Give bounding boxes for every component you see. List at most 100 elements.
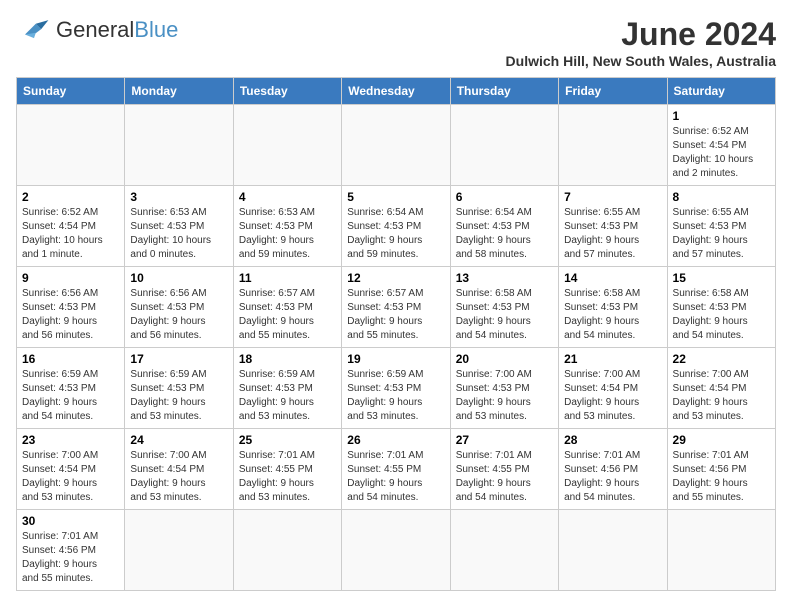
day-cell: 27Sunrise: 7:01 AM Sunset: 4:55 PM Dayli… <box>450 429 558 510</box>
day-cell <box>450 510 558 591</box>
day-cell: 9Sunrise: 6:56 AM Sunset: 4:53 PM Daylig… <box>17 267 125 348</box>
day-number: 29 <box>673 433 770 447</box>
week-row-4: 23Sunrise: 7:00 AM Sunset: 4:54 PM Dayli… <box>17 429 776 510</box>
day-cell: 25 Sunrise: 7:01 AM Sunset: 4:55 PM Dayli… <box>233 429 341 510</box>
day-cell: 17Sunrise: 6:59 AM Sunset: 4:53 PM Dayli… <box>125 348 233 429</box>
day-number: 2 <box>22 190 119 204</box>
day-cell: 7 Sunrise: 6:55 AM Sunset: 4:53 PM Daylig… <box>559 186 667 267</box>
day-cell: 5Sunrise: 6:54 AM Sunset: 4:53 PM Daylig… <box>342 186 450 267</box>
day-number: 24 <box>130 433 227 447</box>
logo: GeneralBlue <box>16 16 178 44</box>
day-info: Sunrise: 6:56 AM Sunset: 4:53 PM Dayligh… <box>130 287 227 343</box>
week-row-3: 16 Sunrise: 6:59 AM Sunset: 4:53 PM Dayli… <box>17 348 776 429</box>
logo-general: GeneralBlue <box>56 17 178 42</box>
day-info: Sunrise: 6:59 AM Sunset: 4:53 PM Dayligh… <box>22 368 119 424</box>
day-number: 30 <box>22 514 119 528</box>
day-cell: 3 Sunrise: 6:53 AM Sunset: 4:53 PM Daylig… <box>125 186 233 267</box>
day-cell <box>559 105 667 186</box>
day-number: 5 <box>347 190 444 204</box>
day-cell <box>667 510 775 591</box>
day-number: 27 <box>456 433 553 447</box>
day-number: 8 <box>673 190 770 204</box>
header-wednesday: Wednesday <box>342 78 450 105</box>
day-number: 3 <box>130 190 227 204</box>
day-number: 11 <box>239 271 336 285</box>
week-row-1: 2 Sunrise: 6:52 AM Sunset: 4:54 PM Daylig… <box>17 186 776 267</box>
day-cell: 18Sunrise: 6:59 AM Sunset: 4:53 PM Dayli… <box>233 348 341 429</box>
day-cell <box>125 510 233 591</box>
day-number: 22 <box>673 352 770 366</box>
day-number: 25 <box>239 433 336 447</box>
day-number: 16 <box>22 352 119 366</box>
day-number: 1 <box>673 109 770 123</box>
day-number: 20 <box>456 352 553 366</box>
header-monday: Monday <box>125 78 233 105</box>
day-cell: 23Sunrise: 7:00 AM Sunset: 4:54 PM Dayli… <box>17 429 125 510</box>
logo-icon <box>16 16 52 44</box>
day-cell: 11Sunrise: 6:57 AM Sunset: 4:53 PM Dayli… <box>233 267 341 348</box>
day-number: 18 <box>239 352 336 366</box>
location: Dulwich Hill, New South Wales, Australia <box>506 53 776 69</box>
day-cell: 15Sunrise: 6:58 AM Sunset: 4:53 PM Dayli… <box>667 267 775 348</box>
day-number: 13 <box>456 271 553 285</box>
week-row-5: 30Sunrise: 7:01 AM Sunset: 4:56 PM Dayli… <box>17 510 776 591</box>
logo-blue: Blue <box>134 17 178 42</box>
day-cell: 28 Sunrise: 7:01 AM Sunset: 4:56 PM Dayli… <box>559 429 667 510</box>
day-number: 14 <box>564 271 661 285</box>
day-info: Sunrise: 6:58 AM Sunset: 4:53 PM Dayligh… <box>564 287 661 343</box>
day-info: Sunrise: 7:01 AM Sunset: 4:56 PM Dayligh… <box>673 449 770 505</box>
calendar-table: SundayMondayTuesdayWednesdayThursdayFrid… <box>16 77 776 591</box>
day-number: 10 <box>130 271 227 285</box>
day-cell: 1Sunrise: 6:52 AM Sunset: 4:54 PM Daylig… <box>667 105 775 186</box>
day-info: Sunrise: 7:00 AM Sunset: 4:54 PM Dayligh… <box>673 368 770 424</box>
day-cell: 22 Sunrise: 7:00 AM Sunset: 4:54 PM Dayli… <box>667 348 775 429</box>
day-info: Sunrise: 7:00 AM Sunset: 4:54 PM Dayligh… <box>564 368 661 424</box>
day-cell: 16 Sunrise: 6:59 AM Sunset: 4:53 PM Dayli… <box>17 348 125 429</box>
day-cell <box>125 105 233 186</box>
day-cell <box>233 510 341 591</box>
day-info: Sunrise: 6:52 AM Sunset: 4:54 PM Dayligh… <box>22 206 119 262</box>
month-title: June 2024 <box>506 16 776 53</box>
day-cell: 20Sunrise: 7:00 AM Sunset: 4:53 PM Dayli… <box>450 348 558 429</box>
week-row-0: 1Sunrise: 6:52 AM Sunset: 4:54 PM Daylig… <box>17 105 776 186</box>
day-cell: 30Sunrise: 7:01 AM Sunset: 4:56 PM Dayli… <box>17 510 125 591</box>
header-friday: Friday <box>559 78 667 105</box>
day-info: Sunrise: 6:54 AM Sunset: 4:53 PM Dayligh… <box>456 206 553 262</box>
day-info: Sunrise: 6:57 AM Sunset: 4:53 PM Dayligh… <box>347 287 444 343</box>
day-number: 9 <box>22 271 119 285</box>
day-info: Sunrise: 7:01 AM Sunset: 4:55 PM Dayligh… <box>347 449 444 505</box>
week-row-2: 9 Sunrise: 6:56 AM Sunset: 4:53 PM Daylig… <box>17 267 776 348</box>
day-info: Sunrise: 7:00 AM Sunset: 4:54 PM Dayligh… <box>22 449 119 505</box>
day-cell: 24 Sunrise: 7:00 AM Sunset: 4:54 PM Dayli… <box>125 429 233 510</box>
day-info: Sunrise: 6:55 AM Sunset: 4:53 PM Dayligh… <box>564 206 661 262</box>
day-info: Sunrise: 6:59 AM Sunset: 4:53 PM Dayligh… <box>347 368 444 424</box>
day-info: Sunrise: 6:58 AM Sunset: 4:53 PM Dayligh… <box>456 287 553 343</box>
day-number: 6 <box>456 190 553 204</box>
day-cell: 4Sunrise: 6:53 AM Sunset: 4:53 PM Daylig… <box>233 186 341 267</box>
day-number: 15 <box>673 271 770 285</box>
day-number: 19 <box>347 352 444 366</box>
day-number: 7 <box>564 190 661 204</box>
calendar-header: SundayMondayTuesdayWednesdayThursdayFrid… <box>17 78 776 105</box>
day-cell <box>342 510 450 591</box>
day-number: 21 <box>564 352 661 366</box>
day-cell: 26Sunrise: 7:01 AM Sunset: 4:55 PM Dayli… <box>342 429 450 510</box>
day-info: Sunrise: 6:53 AM Sunset: 4:53 PM Dayligh… <box>130 206 227 262</box>
day-info: Sunrise: 7:01 AM Sunset: 4:55 PM Dayligh… <box>239 449 336 505</box>
title-block: June 2024 Dulwich Hill, New South Wales,… <box>506 16 776 69</box>
day-cell: 19 Sunrise: 6:59 AM Sunset: 4:53 PM Dayli… <box>342 348 450 429</box>
day-info: Sunrise: 7:01 AM Sunset: 4:56 PM Dayligh… <box>564 449 661 505</box>
day-number: 28 <box>564 433 661 447</box>
header-sunday: Sunday <box>17 78 125 105</box>
day-cell: 10 Sunrise: 6:56 AM Sunset: 4:53 PM Dayli… <box>125 267 233 348</box>
day-info: Sunrise: 6:55 AM Sunset: 4:53 PM Dayligh… <box>673 206 770 262</box>
day-cell: 29 Sunrise: 7:01 AM Sunset: 4:56 PM Dayli… <box>667 429 775 510</box>
day-cell: 6 Sunrise: 6:54 AM Sunset: 4:53 PM Daylig… <box>450 186 558 267</box>
day-cell: 2 Sunrise: 6:52 AM Sunset: 4:54 PM Daylig… <box>17 186 125 267</box>
day-cell: 13 Sunrise: 6:58 AM Sunset: 4:53 PM Dayli… <box>450 267 558 348</box>
day-cell <box>17 105 125 186</box>
day-number: 4 <box>239 190 336 204</box>
day-cell <box>559 510 667 591</box>
header-saturday: Saturday <box>667 78 775 105</box>
day-info: Sunrise: 7:00 AM Sunset: 4:54 PM Dayligh… <box>130 449 227 505</box>
